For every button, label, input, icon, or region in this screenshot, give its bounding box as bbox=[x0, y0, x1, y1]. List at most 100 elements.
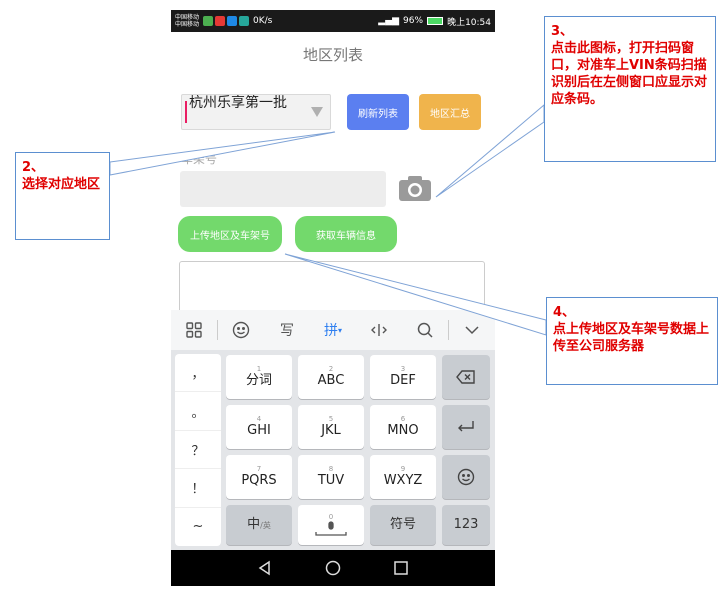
space-key[interactable]: 0 bbox=[298, 505, 364, 545]
pinyin-label: 拼 bbox=[323, 323, 338, 339]
phone-screen: 中国移动 中国移动 0K/s ▂▄▆ 96% 晚上10:54 地区列表 杭州乐享… bbox=[171, 10, 495, 586]
lang-sub-label: /英 bbox=[260, 520, 271, 530]
get-vehicle-info-button[interactable]: 获取车辆信息 bbox=[295, 216, 397, 252]
callout-step-4: 4、 点上传地区及车架号数据上传至公司服务器 bbox=[546, 297, 718, 385]
key-number: 5 bbox=[328, 415, 334, 423]
callout-number: 4、 bbox=[553, 305, 576, 320]
key-label: WXYZ bbox=[383, 473, 423, 488]
emoji-key[interactable] bbox=[442, 455, 490, 499]
backspace-key[interactable] bbox=[442, 355, 490, 399]
region-dropdown[interactable]: 杭州乐享第一批 bbox=[181, 94, 331, 130]
enter-icon bbox=[458, 421, 474, 432]
callout-number: 3、 bbox=[551, 24, 574, 39]
key-label: 中/英 bbox=[247, 517, 271, 534]
key-label: 123 bbox=[453, 517, 479, 532]
keyboard-toolbar: 写 拼 ▾ bbox=[171, 310, 495, 350]
region-value: 杭州乐享第一批 bbox=[189, 95, 287, 111]
numbers-key[interactable]: 123 bbox=[442, 505, 490, 545]
key-label: TUV bbox=[317, 473, 345, 488]
cursor-icon[interactable] bbox=[356, 310, 402, 350]
chevron-down-icon: ▾ bbox=[337, 325, 342, 335]
carrier-names: 中国移动 中国移动 bbox=[175, 14, 199, 28]
key-number: 9 bbox=[400, 465, 406, 473]
callout-step-3: 3、 点击此图标，打开扫码窗口，对准车上VIN条码扫描识别后在左侧窗口应显示对应… bbox=[544, 16, 716, 162]
app-icon bbox=[203, 16, 214, 26]
home-icon[interactable] bbox=[325, 560, 341, 576]
callout-text: 点击此图标，打开扫码窗口，对准车上VIN条码扫描识别后在左侧窗口应显示对应条码。 bbox=[551, 41, 708, 107]
key-1[interactable]: 1 分词 bbox=[226, 355, 292, 399]
callout-text: 点上传地区及车架号数据上传至公司服务器 bbox=[553, 322, 710, 354]
signal-icon: ▂▄▆ bbox=[378, 16, 400, 26]
vin-input[interactable] bbox=[180, 171, 386, 207]
grid-icon[interactable] bbox=[171, 310, 217, 350]
key-label: DEF bbox=[390, 373, 416, 388]
key-2[interactable]: 2 ABC bbox=[298, 355, 364, 399]
key-label: PQRS bbox=[241, 473, 277, 488]
app-icon bbox=[239, 16, 250, 26]
callout-text: 选择对应地区 bbox=[22, 177, 101, 192]
region-summary-button[interactable]: 地区汇总 bbox=[419, 94, 481, 130]
search-icon[interactable] bbox=[402, 310, 448, 350]
camera-icon[interactable] bbox=[397, 173, 433, 203]
net-speed: 0K/s bbox=[253, 16, 273, 26]
microphone-icon bbox=[315, 521, 347, 536]
carrier-1: 中国移动 bbox=[175, 14, 200, 21]
punct-key[interactable]: ， bbox=[175, 354, 221, 393]
emoji-icon bbox=[457, 468, 475, 486]
key-number: 4 bbox=[256, 415, 262, 423]
battery-icon bbox=[427, 17, 444, 25]
key-6[interactable]: 6 MNO bbox=[370, 405, 436, 449]
key-label: MNO bbox=[387, 423, 419, 438]
app-icon bbox=[227, 16, 238, 26]
key-9[interactable]: 9 WXYZ bbox=[370, 455, 436, 499]
key-number: 7 bbox=[256, 465, 262, 473]
enter-key[interactable] bbox=[442, 405, 490, 449]
recents-icon[interactable] bbox=[393, 560, 409, 576]
punct-key[interactable]: 。 bbox=[175, 392, 221, 431]
key-number: 3 bbox=[400, 365, 406, 373]
clock: 晚上10:54 bbox=[447, 17, 491, 28]
punctuation-column[interactable]: ， 。 ？ ！ ~ bbox=[175, 354, 221, 546]
page-title: 地区列表 bbox=[302, 45, 363, 64]
punct-key[interactable]: ！ bbox=[175, 469, 221, 508]
collapse-icon[interactable] bbox=[449, 310, 495, 350]
key-5[interactable]: 5 JKL bbox=[298, 405, 364, 449]
key-label: 分词 bbox=[245, 373, 272, 388]
upload-region-vin-button[interactable]: 上传地区及车架号 bbox=[178, 216, 282, 252]
emoji-icon[interactable] bbox=[218, 310, 264, 350]
key-3[interactable]: 3 DEF bbox=[370, 355, 436, 399]
punct-key[interactable]: ~ bbox=[175, 508, 221, 546]
key-number: 6 bbox=[400, 415, 406, 423]
notification-icons bbox=[203, 16, 250, 26]
callout-step-2: 2、 选择对应地区 bbox=[15, 152, 110, 240]
key-8[interactable]: 8 TUV bbox=[298, 455, 364, 499]
handwrite-key[interactable]: 写 bbox=[264, 310, 310, 350]
key-number: 1 bbox=[256, 365, 262, 373]
lang-label: 中 bbox=[247, 516, 261, 532]
symbols-key[interactable]: 符号 bbox=[370, 505, 436, 545]
key-label: 符号 bbox=[389, 517, 416, 532]
pinyin-key[interactable]: 拼 ▾ bbox=[310, 310, 356, 350]
app-icon bbox=[215, 16, 226, 26]
key-4[interactable]: 4 GHI bbox=[226, 405, 292, 449]
key-number: 0 bbox=[328, 513, 334, 521]
backspace-icon bbox=[456, 370, 475, 384]
punct-key[interactable]: ？ bbox=[175, 431, 221, 470]
callout-number: 2、 bbox=[22, 160, 45, 175]
ime-keyboard: 写 拼 ▾ ， 。 ？ ！ ~ 1 分词 2 ABC 3 DEF 4 GHI 5… bbox=[171, 310, 495, 550]
key-7[interactable]: 7 PQRS bbox=[226, 455, 292, 499]
battery-percent: 96% bbox=[403, 16, 424, 26]
dropdown-arrow-icon[interactable] bbox=[304, 95, 330, 129]
vin-label: 车架号 bbox=[181, 152, 218, 166]
key-label: ABC bbox=[317, 373, 345, 388]
key-label: GHI bbox=[247, 423, 271, 438]
refresh-list-button[interactable]: 刷新列表 bbox=[347, 94, 409, 130]
key-number: 8 bbox=[328, 465, 334, 473]
key-number: 2 bbox=[328, 365, 334, 373]
android-nav-bar bbox=[171, 550, 495, 586]
back-icon[interactable] bbox=[257, 560, 273, 576]
lang-switch-key[interactable]: 中/英 bbox=[226, 505, 292, 545]
status-bar: 中国移动 中国移动 0K/s ▂▄▆ 96% 晚上10:54 bbox=[171, 10, 495, 32]
key-label: JKL bbox=[321, 423, 341, 438]
carrier-2: 中国移动 bbox=[175, 21, 200, 28]
